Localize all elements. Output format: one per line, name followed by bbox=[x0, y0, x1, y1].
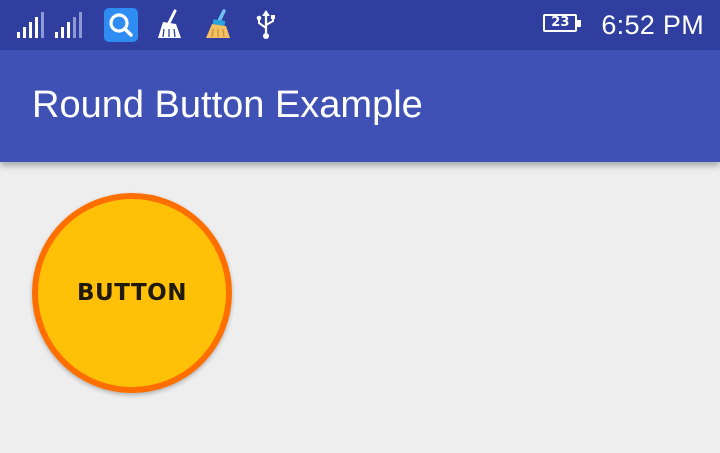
battery-level: 23 bbox=[551, 15, 570, 30]
app-bar: Round Button Example bbox=[0, 50, 720, 162]
search-app-icon bbox=[104, 8, 138, 42]
broom-app-icon bbox=[202, 9, 234, 41]
status-clock: 6:52 PM bbox=[601, 9, 704, 40]
status-icons bbox=[16, 8, 278, 42]
app-title: Round Button Example bbox=[32, 84, 423, 126]
status-bar: 23 6:52 PM bbox=[0, 0, 720, 50]
signal-2-icon bbox=[54, 10, 84, 40]
main-content: BUTTON bbox=[0, 162, 720, 453]
battery-icon: 23 bbox=[543, 14, 583, 36]
cleaner-app-icon bbox=[154, 9, 186, 41]
usb-icon bbox=[254, 9, 278, 41]
status-right: 23 6:52 PM bbox=[543, 0, 704, 50]
signal-1-icon bbox=[16, 10, 46, 40]
round-button[interactable]: BUTTON bbox=[32, 193, 232, 393]
